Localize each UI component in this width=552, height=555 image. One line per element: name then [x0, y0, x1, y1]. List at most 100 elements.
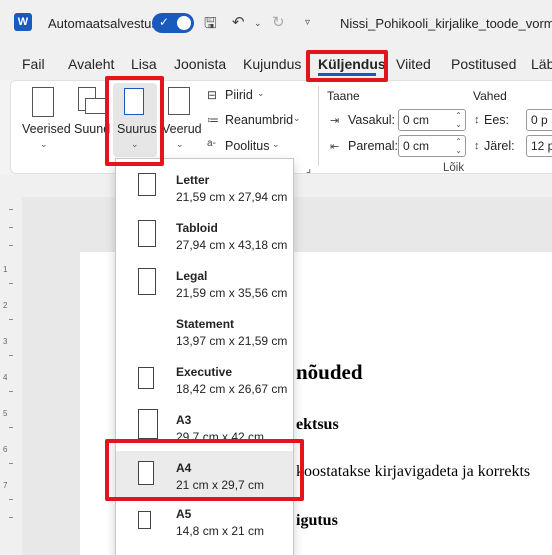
indent-left-icon: ⇥ [330, 115, 340, 127]
vasakul-label: Vasakul: [348, 113, 396, 127]
ribbon-tabs: Fail Avaleht Lisa Joonista Kujundus Külj… [0, 46, 552, 80]
autosave-label: Automaatsalvestus [48, 16, 158, 31]
size-option-name: Statement [176, 317, 235, 331]
veerised-label: Veerised [22, 122, 71, 136]
jarel-value: 12 p [531, 139, 552, 153]
ees-value: 0 p [531, 113, 548, 127]
chevron-down-icon: ⌄ [272, 139, 280, 149]
loik-group-label: Lõik [443, 162, 465, 174]
size-option-legal[interactable]: Legal 21,59 cm x 35,56 cm [116, 259, 293, 307]
size-option-name: Legal [176, 269, 208, 283]
ruler-number: 2 [3, 301, 8, 310]
ruler-number: 7 [3, 481, 8, 490]
poolitus-button[interactable]: Poolitus [225, 139, 269, 153]
page-size-icon [138, 268, 156, 295]
page-size-icon [138, 409, 158, 439]
size-option-dims: 27,94 cm x 43,18 cm [176, 238, 288, 252]
hyphenation-icon: a- [207, 138, 216, 149]
jarel-input[interactable]: 12 p [526, 135, 552, 157]
size-option-a5[interactable]: A5 14,8 cm x 21 cm [116, 499, 293, 547]
line-numbers-icon: ≔ [207, 113, 219, 127]
page-size-icon [138, 220, 156, 247]
orientation-landscape-icon [85, 98, 107, 114]
paremal-value: 0 cm [403, 139, 430, 153]
tab-viited[interactable]: Viited [396, 56, 431, 72]
size-option-name: A5 [176, 507, 192, 521]
chevron-down-icon: ⌄ [131, 139, 139, 149]
size-option-dims: 18,42 cm x 26,67 cm [176, 382, 288, 396]
size-option-dims: 21,59 cm x 35,56 cm [176, 286, 288, 300]
chevron-down-icon: ⌄ [40, 139, 48, 149]
size-option-letter[interactable]: Letter 21,59 cm x 27,94 cm [116, 163, 293, 211]
tab-kujundus[interactable]: Kujundus [243, 56, 301, 72]
tab-joonista[interactable]: Joonista [174, 56, 226, 72]
save-icon[interactable]: 🖫 [204, 13, 217, 38]
document-subheading-1: ektsus [296, 416, 339, 433]
ruler-number: 3 [3, 337, 8, 346]
tab-avaleht[interactable]: Avaleht [68, 56, 114, 72]
tab-kuljendus[interactable]: Küljendus [318, 56, 386, 72]
size-option-executive[interactable]: Executive 18,42 cm x 26,67 cm [116, 355, 293, 403]
indent-right-icon: ⇤ [330, 141, 340, 153]
chevron-down-icon: ⌄ [293, 113, 301, 123]
size-option-name: Letter [176, 173, 210, 187]
ribbon-separator [318, 86, 319, 166]
jarel-label: Järel: [484, 139, 515, 153]
size-option-dims: 21,59 cm x 27,94 cm [176, 190, 288, 204]
chevron-down-icon: ⌄ [257, 88, 265, 98]
size-option-tabloid[interactable]: Tabloid 27,94 cm x 43,18 cm [116, 211, 293, 259]
size-option-statement[interactable]: Statement 13,97 cm x 21,59 cm [116, 307, 293, 355]
tab-postitused[interactable]: Postitused [451, 56, 516, 72]
vasakul-input[interactable]: 0 cm ⌃ ⌄ [398, 109, 466, 131]
autosave-toggle[interactable]: ✓ [152, 13, 194, 33]
margins-icon [32, 87, 54, 117]
redo-icon[interactable]: ↻ [272, 13, 285, 31]
word-logo-icon: W [14, 13, 32, 31]
size-option-dims: 21 cm x 29,7 cm [176, 478, 265, 492]
undo-icon[interactable]: ↶ [232, 13, 245, 31]
page-size-dropdown: Letter 21,59 cm x 27,94 cm Tabloid 27,94… [115, 158, 294, 555]
page-setup-launcher-icon[interactable]: ⌟ [306, 162, 311, 175]
check-icon: ✓ [159, 15, 170, 29]
tab-fail[interactable]: Fail [22, 56, 45, 72]
document-paragraph: koostatakse kirjavigadeta ja korrekts [296, 463, 531, 480]
document-subheading-2: igutus [296, 512, 338, 529]
undo-dropdown-chevron-icon[interactable]: ⌄ [254, 18, 262, 29]
piirid-button[interactable]: Piirid [225, 88, 253, 102]
size-option-dims: 14,8 cm x 21 cm [176, 524, 265, 538]
page-size-icon [138, 461, 154, 485]
spinner-icon[interactable]: ⌃ ⌄ [455, 111, 462, 129]
document-heading: nõuded [296, 360, 363, 384]
reanumbrid-button[interactable]: Reanumbrid [225, 113, 293, 127]
toggle-knob [177, 16, 191, 30]
paremal-input[interactable]: 0 cm ⌃ ⌄ [398, 135, 466, 157]
active-tab-indicator [318, 73, 376, 76]
page-size-icon [138, 173, 156, 196]
size-option-a4[interactable]: A4 21 cm x 29,7 cm [116, 451, 293, 499]
vertical-ruler: 1 2 3 4 5 6 7 [0, 197, 22, 555]
ruler-number: 6 [3, 445, 8, 454]
spacing-before-icon: ↕ [474, 114, 480, 126]
vahed-label: Vahed [473, 89, 507, 103]
ruler-number: 5 [3, 409, 8, 418]
vasakul-value: 0 cm [403, 113, 430, 127]
spinner-icon[interactable]: ⌃ ⌄ [455, 137, 462, 155]
size-option-a3[interactable]: A3 29,7 cm x 42 cm [116, 403, 293, 451]
spacing-after-icon: ↕ [474, 140, 480, 152]
size-option-name: A3 [176, 413, 192, 427]
taane-label: Taane [327, 89, 360, 103]
columns-icon [168, 87, 190, 115]
ees-label: Ees: [484, 113, 510, 127]
tab-lab[interactable]: Läb [531, 56, 552, 72]
tab-lisa[interactable]: Lisa [131, 56, 157, 72]
paremal-label: Paremal: [348, 139, 399, 153]
suurus-label: Suurus [117, 122, 157, 136]
ees-input[interactable]: 0 p [526, 109, 552, 131]
size-option-name: A4 [176, 461, 192, 475]
page-size-icon [124, 88, 144, 115]
size-option-name: Tabloid [176, 221, 218, 235]
document-title: Nissi_Pohikooli_kirjalike_toode_vormista [340, 16, 552, 31]
ruler-number: 4 [3, 373, 8, 382]
suund-label: Suund [74, 122, 111, 136]
customize-toolbar-icon[interactable]: ▿ [305, 17, 310, 28]
